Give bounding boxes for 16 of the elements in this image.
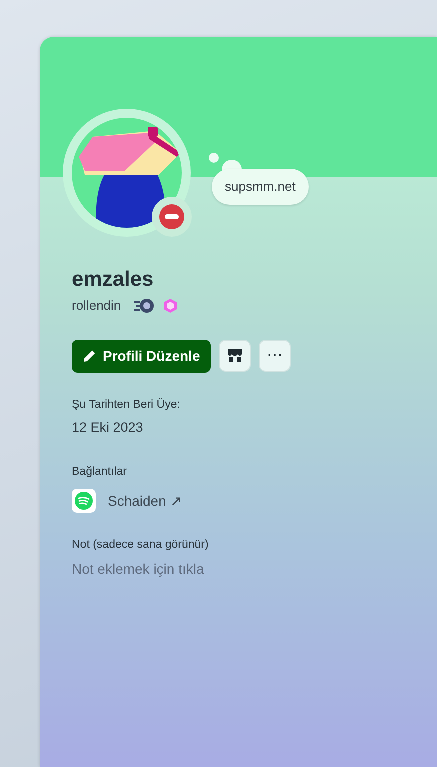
shop-icon [227,348,244,364]
member-since-date: 12 Eki 2023 [72,418,144,437]
pencil-icon [83,349,97,364]
display-name: emzales [72,267,155,292]
section-label: Not (sadece sana görünür) [72,538,210,554]
more-button[interactable]: ⋯ [259,340,292,372]
shop-button[interactable] [219,340,252,372]
edit-profile-button[interactable]: Profili Düzenle [72,340,212,373]
section-label: Bağlantılar [72,465,128,480]
do-not-disturb-icon [152,197,192,237]
badge-icon[interactable] [133,298,156,314]
note-field[interactable]: Not eklemek için tıkla [72,558,405,580]
custom-status: supsmm.net [212,169,309,204]
connection-link[interactable]: Schaiden ↗ [108,490,182,512]
username: rollendin [72,297,122,316]
section-label: Şu Tarihten Beri Üye: [72,397,182,413]
